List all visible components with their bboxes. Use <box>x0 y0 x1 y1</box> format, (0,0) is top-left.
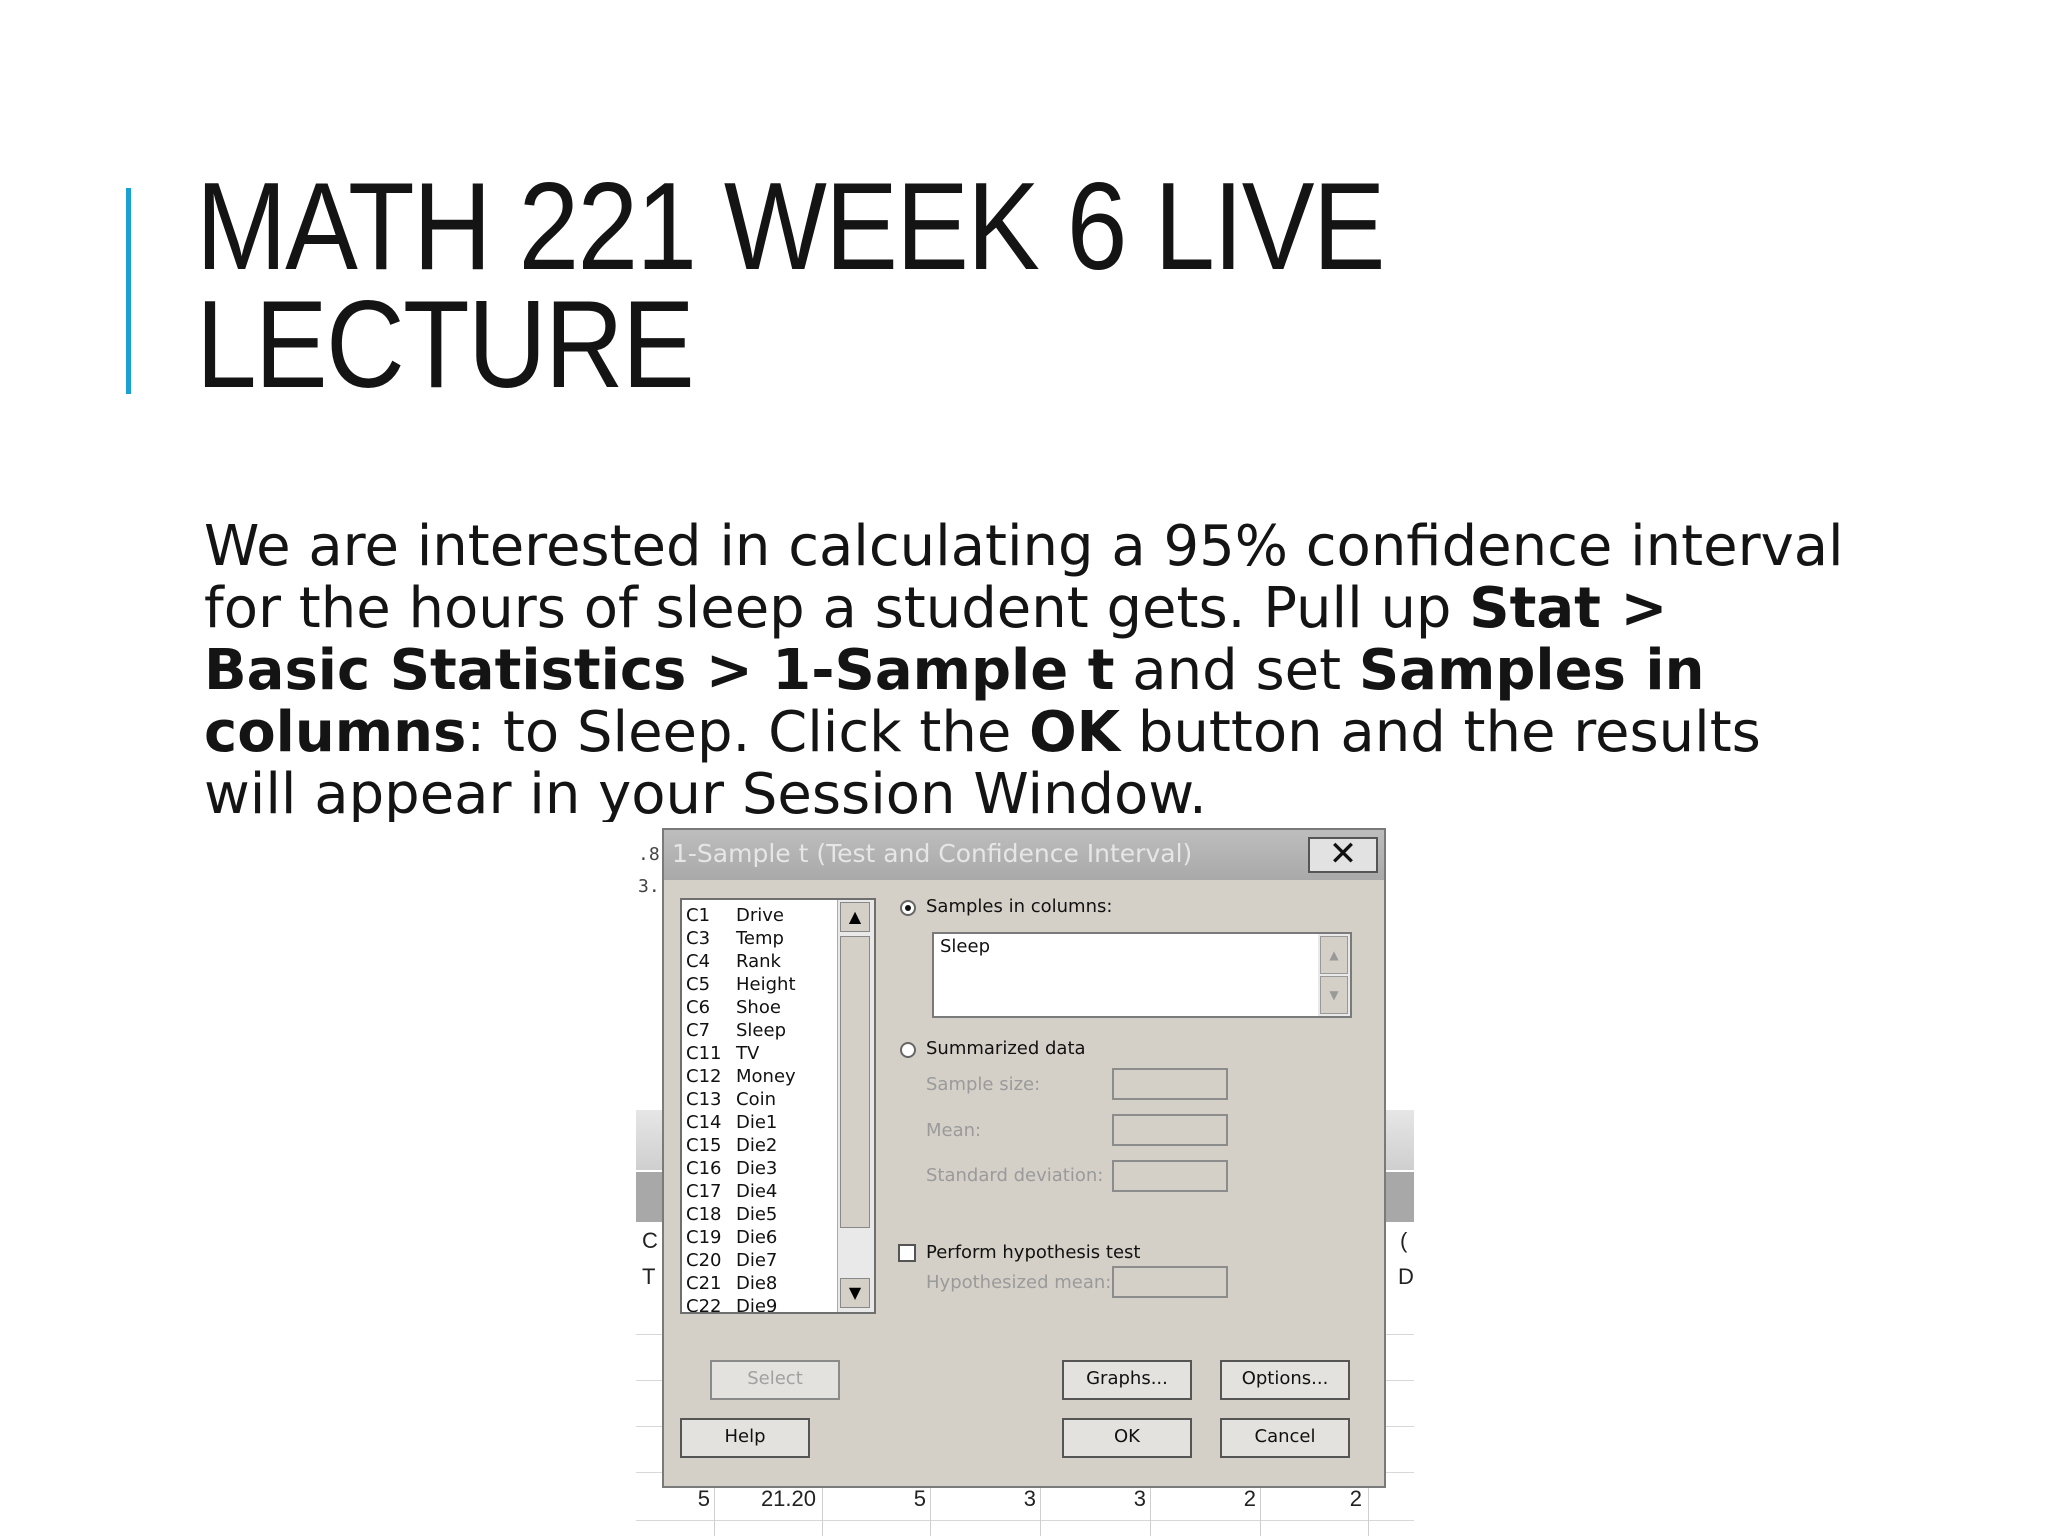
column-id: C5 <box>686 974 711 995</box>
column-id: C19 <box>686 1227 722 1248</box>
scroll-down-arrow-icon[interactable]: ▼ <box>840 1278 870 1308</box>
column-list[interactable]: C1 Drive C3 Temp C4 Rank C5 Height C6 Shoe C7 Sleep… <box>680 898 876 1314</box>
worksheet-cell[interactable]: 3 <box>1120 1486 1146 1512</box>
samples-in-columns-radio[interactable] <box>900 900 916 916</box>
column-name: Die6 <box>736 1227 778 1248</box>
column-name: Die7 <box>736 1250 778 1271</box>
column-list-scrollbar[interactable]: ▲ ▼ <box>837 900 874 1312</box>
column-name: Die3 <box>736 1158 778 1179</box>
column-id: C16 <box>686 1158 722 1179</box>
column-name: TV <box>736 1043 760 1064</box>
samples-in-columns-field[interactable]: Sleep ▲ ▼ <box>932 932 1352 1018</box>
worksheet-cell[interactable]: 3 <box>1010 1486 1036 1512</box>
worksheet-row-line <box>636 1520 1414 1521</box>
close-button[interactable]: ✕ <box>1308 837 1378 873</box>
worksheet-fragment: .8 <box>638 844 660 865</box>
column-id: C6 <box>686 997 711 1018</box>
close-icon: ✕ <box>1328 834 1358 874</box>
scroll-up-arrow-icon[interactable]: ▲ <box>1320 936 1348 974</box>
one-sample-t-dialog: 1-Sample t (Test and Confidence Interval… <box>662 828 1386 1488</box>
worksheet-cell[interactable]: 5 <box>690 1486 710 1512</box>
worksheet-cell[interactable]: 2 <box>1336 1486 1362 1512</box>
worksheet-column-name: D <box>1398 1264 1414 1289</box>
dialog-titlebar[interactable]: 1-Sample t (Test and Confidence Interval… <box>664 830 1384 880</box>
mean-field[interactable] <box>1112 1114 1228 1146</box>
column-name: Rank <box>736 951 781 972</box>
worksheet-cell[interactable]: 21.20 <box>740 1486 816 1512</box>
column-name: Die1 <box>736 1112 778 1133</box>
slide-title: MATH 221 WEEK 6 LIVE LECTURE <box>196 158 1516 414</box>
column-id: C15 <box>686 1135 722 1156</box>
hypothesized-mean-field[interactable] <box>1112 1266 1228 1298</box>
column-name: Shoe <box>736 997 781 1018</box>
column-name: Die4 <box>736 1181 778 1202</box>
body-ok-reference: OK <box>1029 700 1121 765</box>
samples-in-columns-value: Sleep <box>940 936 991 957</box>
hypothesis-test-label: Perform hypothesis test <box>926 1242 1141 1263</box>
column-id: C11 <box>686 1043 722 1064</box>
column-name: Coin <box>736 1089 776 1110</box>
worksheet-column-header: ( <box>1400 1228 1408 1253</box>
column-name: Die8 <box>736 1273 778 1294</box>
hypothesis-test-checkbox[interactable] <box>898 1244 916 1262</box>
column-id: C7 <box>686 1020 711 1041</box>
worksheet-cell[interactable]: 5 <box>900 1486 926 1512</box>
slide-title-line-1: MATH 221 WEEK 6 LIVE <box>196 158 1386 296</box>
column-name: Die2 <box>736 1135 778 1156</box>
options-button[interactable]: Options... <box>1220 1360 1350 1400</box>
column-id: C20 <box>686 1250 722 1271</box>
scroll-up-arrow-icon[interactable]: ▲ <box>840 902 870 932</box>
samples-in-columns-label: Samples in columns: <box>926 896 1113 917</box>
column-id: C18 <box>686 1204 722 1225</box>
sample-size-field[interactable] <box>1112 1068 1228 1100</box>
worksheet-cell[interactable]: 2 <box>1230 1486 1256 1512</box>
column-id: C12 <box>686 1066 722 1087</box>
column-name: Die5 <box>736 1204 778 1225</box>
standard-deviation-label: Standard deviation: <box>926 1165 1104 1186</box>
column-id: C1 <box>686 905 711 926</box>
column-id: C21 <box>686 1273 722 1294</box>
slide-body-text: We are interested in calculating a 95% c… <box>204 516 1844 822</box>
summarized-data-label: Summarized data <box>926 1038 1086 1059</box>
column-name: Drive <box>736 905 784 926</box>
scroll-down-arrow-icon[interactable]: ▼ <box>1320 976 1348 1014</box>
select-button[interactable]: Select <box>710 1360 840 1400</box>
title-accent-bar <box>126 188 131 394</box>
scroll-thumb[interactable] <box>840 936 870 1228</box>
standard-deviation-field[interactable] <box>1112 1160 1228 1192</box>
body-text-part: and set <box>1114 638 1359 703</box>
worksheet-column-name: T <box>642 1264 656 1289</box>
column-name: Die9 <box>736 1296 778 1314</box>
column-id: C17 <box>686 1181 722 1202</box>
samples-field-scrollbar[interactable]: ▲ ▼ <box>1318 934 1350 1016</box>
sample-size-label: Sample size: <box>926 1074 1041 1095</box>
column-id: C3 <box>686 928 711 949</box>
column-id: C14 <box>686 1112 722 1133</box>
column-name: Money <box>736 1066 796 1087</box>
column-name: Temp <box>736 928 784 949</box>
help-button[interactable]: Help <box>680 1418 810 1458</box>
slide-title-line-2: LECTURE <box>196 276 695 414</box>
body-text-part: : to Sleep. Click the <box>466 700 1030 765</box>
cancel-button[interactable]: Cancel <box>1220 1418 1350 1458</box>
column-id: C13 <box>686 1089 722 1110</box>
column-name: Height <box>736 974 796 995</box>
worksheet-fragment: 3. <box>638 876 660 897</box>
mean-label: Mean: <box>926 1120 982 1141</box>
column-id: C22 <box>686 1296 722 1314</box>
ok-button[interactable]: OK <box>1062 1418 1192 1458</box>
dialog-title: 1-Sample t (Test and Confidence Interval… <box>672 839 1193 868</box>
worksheet-column-header: C <box>642 1228 658 1253</box>
column-name: Sleep <box>736 1020 787 1041</box>
graphs-button[interactable]: Graphs... <box>1062 1360 1192 1400</box>
hypothesized-mean-label: Hypothesized mean: <box>926 1272 1112 1293</box>
column-id: C4 <box>686 951 711 972</box>
summarized-data-radio[interactable] <box>900 1042 916 1058</box>
